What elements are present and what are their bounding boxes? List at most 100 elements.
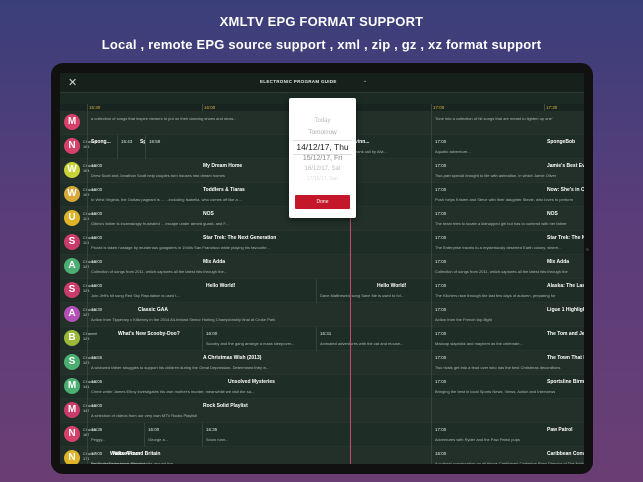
program-cell[interactable]: Hello World! Dave Matthews's song Save Me… bbox=[316, 279, 431, 303]
channel-row[interactable]: N Channel 167 15:35 Peggy... 16:00 George a..… bbox=[60, 423, 584, 447]
channel-row[interactable]: A Channel 122 16:00 Mix Adda Collection of s… bbox=[60, 255, 584, 279]
program-cell[interactable]: 17:00 Star Trek: The Next Generation The E… bbox=[431, 231, 584, 255]
channel-logo-icon[interactable]: B bbox=[64, 330, 80, 346]
program-cell[interactable]: 16:05 Unsolved Mysteries Crime writer Jame… bbox=[87, 375, 431, 399]
program-cell[interactable]: 15:35 Peggy... bbox=[87, 423, 144, 447]
channel-row[interactable]: S Channel 123 16:00 Hello World! Join Jeff's… bbox=[60, 279, 584, 303]
program-cell[interactable]: Alvinn... A prank call by Alvi... bbox=[346, 135, 431, 159]
channel-row[interactable]: A Channel 127 15:30 Classic GAA Action from … bbox=[60, 303, 584, 327]
program-cell[interactable]: 15:55 A Christmas Wish (2013) A widowed fa… bbox=[87, 351, 431, 375]
program-cell[interactable]: What's New Scooby-Doo? bbox=[87, 327, 202, 351]
program-time: 17:00 bbox=[435, 307, 447, 312]
program-cell[interactable]: 16:00 Caribbean Conversations A cultural c… bbox=[431, 447, 584, 464]
program-cell[interactable]: 16:31Tom and JerryAnimated adventures wi… bbox=[316, 327, 431, 351]
program-cell[interactable]: 17:00 Sportsline Birmingham Bringing the b… bbox=[431, 375, 584, 399]
guide-title[interactable]: ELECTRONIC PROGRAM GUIDE bbox=[260, 79, 337, 84]
program-cell[interactable]: 16:00Scooby-Doo! Mystery Incorpor...Scoo… bbox=[202, 327, 316, 351]
program-cell[interactable]: 16:00 Rock Solid Playlist A selection of v… bbox=[87, 399, 431, 423]
picker-option[interactable]: 17/12/17, Sun bbox=[289, 176, 356, 182]
program-time: 15:55 bbox=[91, 355, 103, 360]
picker-option[interactable]: Today bbox=[289, 118, 356, 124]
program-cell[interactable]: 17:00 Paw Patrol Adventures with Ryder and… bbox=[431, 423, 584, 447]
chevron-down-icon[interactable]: ⌄ bbox=[363, 78, 367, 84]
program-cell[interactable]: 16:35 Snow runn... bbox=[202, 423, 258, 447]
program-description: Two-part special brought to life with an… bbox=[435, 173, 557, 178]
program-cell[interactable]: 17:00 Now: She's in Charge Posh helps Kris… bbox=[431, 183, 584, 207]
program-cell[interactable]: Spong... bbox=[87, 135, 117, 159]
channel-logo-icon[interactable]: S bbox=[64, 282, 80, 298]
program-description: Action from the French top-flight bbox=[435, 317, 492, 322]
program-cell[interactable]: 16:00 Toddlers & Tiaras In West Virginia, … bbox=[87, 183, 431, 207]
program-title: The Tom and Jerry Show bbox=[547, 331, 584, 337]
program-cell[interactable]: 17:00 NOS The team tries to locate a kidna… bbox=[431, 207, 584, 231]
channel-row[interactable]: S Channel 129 15:55 A Christmas Wish (2013)… bbox=[60, 351, 584, 375]
program-description: In West Virginia, the Outlaw pageant is … bbox=[91, 197, 243, 202]
program-title: Walks Around Britain bbox=[110, 451, 161, 457]
time-tick: 17:00 bbox=[433, 105, 445, 110]
channel-row[interactable]: B Channel 128 What's New Scooby-Doo? 16:00 S… bbox=[60, 327, 584, 351]
program-time: 17:00 bbox=[435, 427, 447, 432]
program-cell[interactable]: 17:00 Walks Around Britain Series featurin… bbox=[87, 447, 187, 464]
program-time: 16:00 bbox=[91, 283, 103, 288]
program-cell[interactable]: a collection of songs that inspire viewe… bbox=[87, 111, 431, 135]
program-title: Toddlers & Tiaras bbox=[203, 187, 245, 193]
channel-logo-icon[interactable]: W bbox=[64, 186, 80, 202]
channel-logo-icon[interactable]: A bbox=[64, 258, 80, 274]
program-cell[interactable]: 17:00 Mix Adda Collection of songs from 20… bbox=[431, 255, 584, 279]
program-cell[interactable]: 15:43Spong... bbox=[117, 135, 145, 159]
channel-logo-icon[interactable]: W bbox=[64, 162, 80, 178]
channel-logo-icon[interactable]: M bbox=[64, 378, 80, 394]
program-time: 15:59 bbox=[149, 139, 161, 144]
epg-screen: ✕ ELECTRONIC PROGRAM GUIDE ⌄ 15:30 16:00… bbox=[60, 73, 584, 464]
program-cell[interactable] bbox=[431, 399, 584, 423]
program-time: 17:00 bbox=[435, 283, 447, 288]
program-cell[interactable]: 17:00 Ligue 1 Highlights Action from the F… bbox=[431, 303, 584, 327]
channel-logo-icon[interactable]: N bbox=[64, 138, 80, 154]
done-button[interactable]: Done bbox=[295, 195, 350, 209]
picker-selected-option[interactable]: 14/12/17, Thu bbox=[289, 142, 356, 152]
program-cell[interactable]: 17:00 SpongeBob Aquatic adventure... bbox=[431, 135, 584, 159]
program-cell[interactable]: 17:00 The Tom and Jerry Show Madcap slapst… bbox=[431, 327, 584, 351]
program-cell[interactable]: 16:00 Hello World! Join Jeff's hit song Re… bbox=[87, 279, 265, 303]
channel-row[interactable]: M Channel 147 16:00 Rock Solid Playlist A se… bbox=[60, 399, 584, 423]
program-cell[interactable]: 15:30 Classic GAA Action from Tipperary v … bbox=[87, 303, 431, 327]
close-icon[interactable]: ✕ bbox=[68, 76, 77, 89]
program-cell[interactable]: 16:00 NOS Gibbs's father is increasingly f… bbox=[87, 207, 431, 231]
channel-logo-icon[interactable]: N bbox=[64, 426, 80, 442]
picker-option[interactable]: 16/12/17, Sat bbox=[289, 166, 356, 172]
picker-option[interactable]: 15/12/17, Fri bbox=[289, 155, 356, 162]
program-description: Drew Scott and Jonathan Scott help coupl… bbox=[91, 173, 225, 178]
channel-logo-icon[interactable]: M bbox=[64, 402, 80, 418]
channel-logo-icon[interactable]: U bbox=[64, 210, 80, 226]
picker-option[interactable]: Tomorrow bbox=[289, 129, 356, 136]
program-title: Now: She's in Charge bbox=[547, 187, 584, 193]
channel-row[interactable]: S Channel 116 16:00 Star Trek: The Next Gen… bbox=[60, 231, 584, 255]
program-description: Collection of songs from 2011, which cap… bbox=[435, 269, 568, 274]
program-cell[interactable]: 17:00 The Town That Banned Christmas (200… bbox=[431, 351, 584, 375]
program-description: Crime writer James Ellroy investigates h… bbox=[91, 389, 255, 394]
channel-logo-icon[interactable]: S bbox=[64, 354, 80, 370]
program-cell[interactable]: 17:00 Jamie's Best Ever Christmas Two-part… bbox=[431, 159, 584, 183]
program-time: 17:00 bbox=[435, 379, 447, 384]
channel-row[interactable]: N Channel 171 Noise Floor the Great Depress… bbox=[60, 447, 584, 464]
program-description: A selection of videos from our very own … bbox=[91, 413, 198, 418]
program-description: George a... bbox=[148, 437, 169, 442]
program-cell[interactable]: 16:00 George a... bbox=[144, 423, 202, 447]
program-description: Animated adventures with the cat and mou… bbox=[320, 341, 404, 346]
program-description: The Enterprise travels to a mysteriously… bbox=[435, 245, 562, 250]
channel-row[interactable]: M Channel 141 16:05 Unsolved Mysteries Crime… bbox=[60, 375, 584, 399]
channel-logo-icon[interactable]: N bbox=[64, 450, 80, 464]
program-time: 16:00 bbox=[91, 187, 103, 192]
channel-logo-icon[interactable]: M bbox=[64, 114, 80, 130]
program-description: The Kilchers race through the last few d… bbox=[435, 293, 556, 298]
program-cell[interactable]: 16:00 Star Trek: The Next Generation Picar… bbox=[87, 231, 431, 255]
channel-logo-icon[interactable]: S bbox=[64, 234, 80, 250]
program-cell[interactable]: 16:00 Mix Adda Collection of songs from 20… bbox=[87, 255, 431, 279]
date-picker[interactable]: Today Tomorrow 14/12/17, Thu 15/12/17, F… bbox=[289, 98, 356, 218]
program-cell[interactable]: 16:00 My Dream Home Drew Scott and Jonatha… bbox=[87, 159, 431, 183]
channel-logo-icon[interactable]: A bbox=[64, 306, 80, 322]
program-cell[interactable]: 15:59 bbox=[145, 135, 175, 159]
program-cell[interactable]: Tune into a collection of hit songs that… bbox=[431, 111, 584, 135]
program-description: Gibbs's father is increasingly frustrate… bbox=[91, 221, 229, 226]
program-cell[interactable]: 17:00 Alaska: The Last Frontier The Kilche… bbox=[431, 279, 584, 303]
